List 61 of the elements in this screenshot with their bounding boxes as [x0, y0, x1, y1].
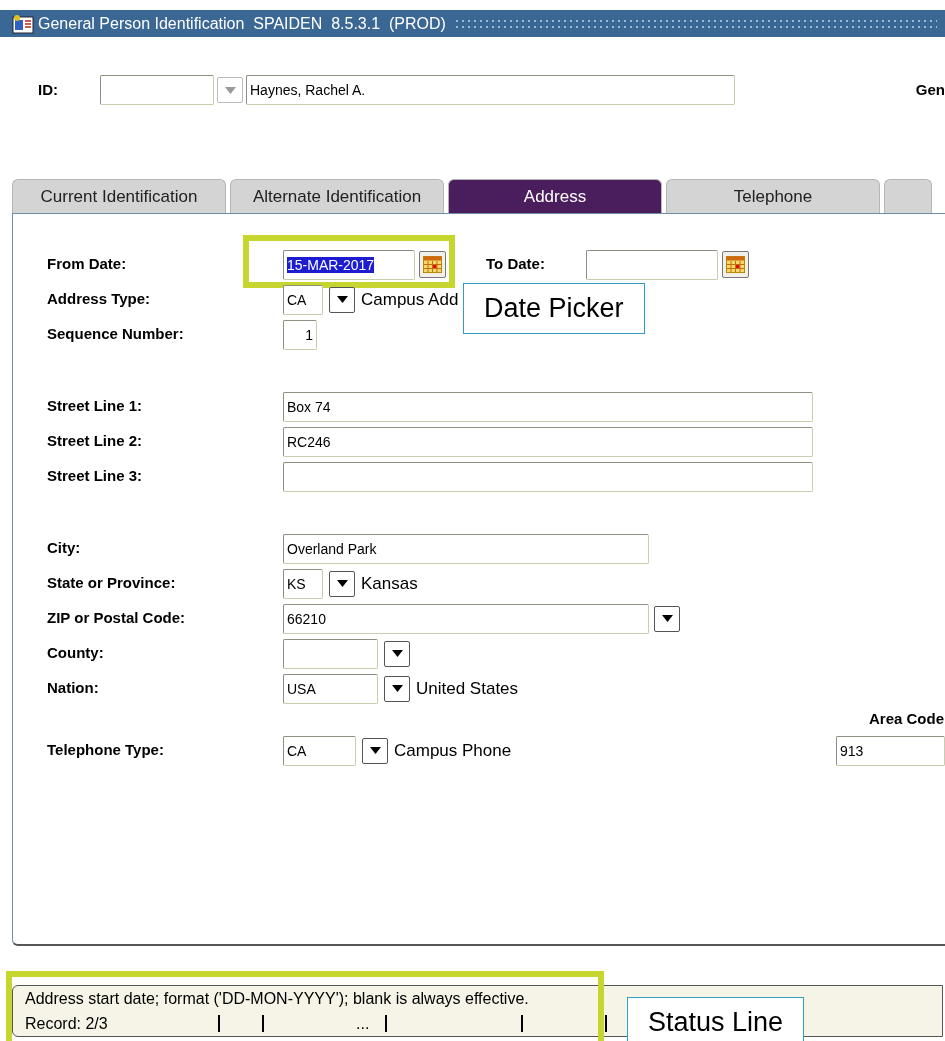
field-description: Campus Add: [361, 288, 459, 311]
field-label: To Date:: [486, 254, 546, 275]
caret-icon: [369, 747, 381, 754]
tab[interactable]: Address: [448, 179, 662, 213]
field-label: Sequence Number:: [46, 324, 185, 345]
dropdown-button[interactable]: [654, 605, 680, 632]
input-field[interactable]: RC246: [283, 426, 813, 457]
caret-icon: [224, 86, 236, 94]
area-code-field[interactable]: 913: [836, 735, 945, 766]
input-field[interactable]: USA: [283, 673, 378, 704]
tab[interactable]: Current Identification: [12, 179, 226, 213]
field-label: Nation:: [46, 678, 100, 699]
caret-icon: [336, 580, 348, 587]
input-field[interactable]: [283, 638, 378, 669]
field-label: Telephone Type:: [46, 740, 165, 761]
callout-label: Status Line: [627, 997, 805, 1041]
caret-icon: [661, 615, 673, 622]
input-field[interactable]: CA: [283, 284, 323, 315]
field-label: ZIP or Postal Code:: [46, 608, 187, 629]
dropdown-button[interactable]: [329, 570, 355, 597]
input-field[interactable]: Box 74: [283, 391, 813, 422]
field-label: City:: [46, 538, 82, 559]
field-label: Address Type:: [46, 289, 152, 310]
input-field[interactable]: [283, 461, 813, 492]
callout-label: Date Picker: [463, 283, 645, 334]
input-field[interactable]: KS: [283, 568, 323, 599]
input-field[interactable]: 66210: [283, 603, 649, 634]
field-label: Street Line 3:: [46, 466, 144, 487]
caret-icon: [336, 296, 348, 303]
calendar-icon[interactable]: [722, 251, 749, 278]
field-description: United States: [416, 677, 519, 700]
input-field[interactable]: CA: [283, 735, 356, 766]
id-field[interactable]: [100, 75, 214, 105]
dropdown-button[interactable]: [384, 640, 410, 667]
tab[interactable]: Telephone: [666, 179, 880, 213]
calendar-icon[interactable]: [419, 251, 446, 278]
dropdown-button[interactable]: [329, 286, 355, 313]
date-field[interactable]: 15-MAR-2017: [283, 249, 415, 280]
field-label: State or Province:: [46, 573, 177, 594]
field-label: From Date:: [46, 254, 128, 275]
field-label: Street Line 1:: [46, 396, 144, 417]
field-label: Gen: [915, 79, 945, 100]
caret-icon: [391, 685, 403, 692]
date-field[interactable]: [586, 249, 718, 280]
column-heading: Area Code: [868, 709, 945, 730]
dropdown-button[interactable]: [384, 675, 410, 702]
input-field[interactable]: 1: [283, 319, 317, 350]
record-count: Record: 2/3: [25, 1013, 108, 1034]
input-field[interactable]: Overland Park: [283, 533, 649, 564]
status-message: Address start date; format ('DD-MON-YYYY'); blank is always effective.: [25, 988, 529, 1009]
name-field[interactable]: Haynes, Rachel A.: [246, 75, 735, 105]
field-label: County:: [46, 643, 105, 664]
field-description: Kansas: [361, 572, 418, 595]
field-label: ID:: [38, 79, 59, 100]
dropdown-button[interactable]: [362, 737, 388, 764]
field-description: Campus Phone: [394, 739, 512, 762]
caret-icon: [391, 650, 403, 657]
field-label: Street Line 2:: [46, 431, 144, 452]
window-title: General Person Identification SPAIDEN 8.5.3.1 (PROD): [38, 13, 446, 34]
status-indicator: ...: [356, 1013, 370, 1034]
tab[interactable]: Alternate Identification: [230, 179, 444, 213]
